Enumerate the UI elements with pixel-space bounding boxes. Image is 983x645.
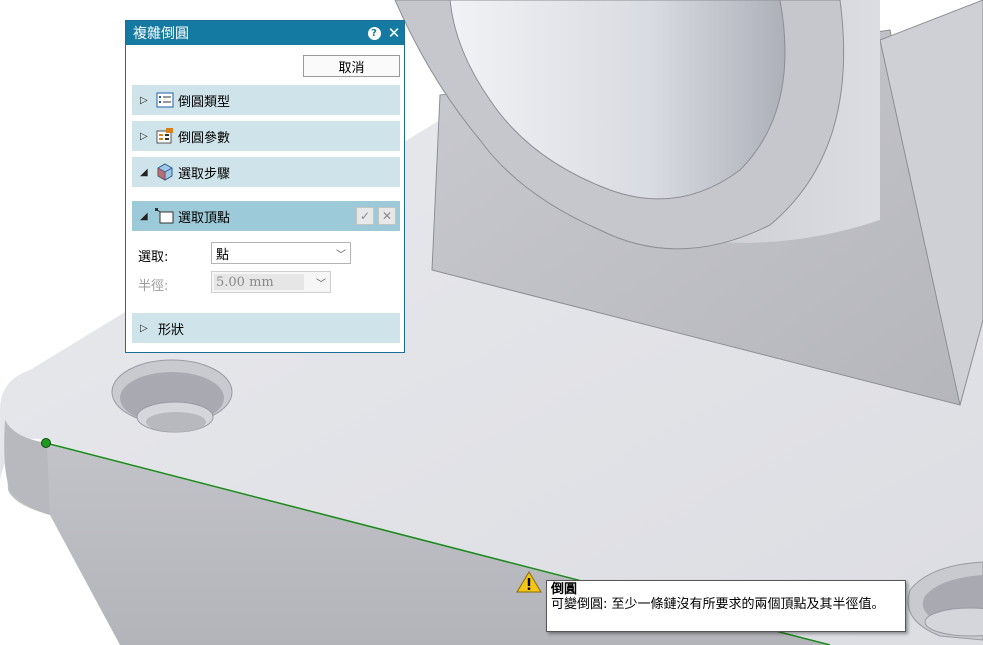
tooltip-title: 倒圓 [551, 582, 578, 597]
section-select-vertex[interactable]: ◢ 選取頂點 ✓ ✕ [132, 201, 400, 231]
clear-button[interactable]: ✕ [378, 207, 396, 225]
warning-tooltip: 倒圓 可變倒圓: 至少一條鏈沒有所要求的兩個頂點及其半徑值。 [546, 580, 906, 632]
tooltip-message: 可變倒圓: 至少一條鏈沒有所要求的兩個頂點及其半徑值。 [551, 597, 885, 612]
vertex-point[interactable] [41, 438, 51, 448]
close-button[interactable]: ✕ [384, 23, 404, 43]
dialog-title: 複雜倒圓 [133, 26, 189, 42]
collapse-arrow-icon: ◢ [140, 210, 148, 222]
chevron-down-icon: ﹀ [336, 250, 346, 261]
expand-arrow-icon: ▷ [140, 322, 148, 334]
section-fillet-parameters[interactable]: ▷ 倒圓參數 [132, 121, 400, 151]
expand-arrow-icon: ▷ [140, 130, 148, 142]
select-type-dropdown[interactable]: 點 ﹀ [211, 242, 351, 264]
close-icon: ✕ [381, 209, 393, 223]
confirm-button[interactable]: ✓ [356, 207, 374, 225]
section-label: 倒圓參數 [178, 130, 231, 146]
cancel-button[interactable]: 取消 [303, 55, 400, 77]
parameters-icon [154, 127, 176, 145]
section-shape[interactable]: ▷ 形狀 [132, 313, 400, 343]
section-fillet-type[interactable]: ▷ 倒圓類型 [132, 85, 400, 115]
complex-fillet-dialog: 複雜倒圓 ? ✕ 取消 ▷ 倒圓類型 ▷ 倒圓參數 ◢ 選取步驟 ◢ 選取頂點 … [125, 20, 405, 353]
check-icon: ✓ [359, 209, 371, 223]
vertex-select-icon [154, 207, 176, 225]
expand-arrow-icon: ▷ [140, 94, 148, 106]
radius-value: 5.00 mm [216, 274, 274, 290]
section-label: 選取步驟 [178, 166, 231, 182]
section-label: 形狀 [158, 322, 185, 338]
chevron-down-icon: ﹀ [316, 279, 326, 290]
section-label: 選取頂點 [178, 210, 231, 226]
question-circle-icon: ? [367, 26, 381, 40]
radius-label: 半徑: [138, 279, 169, 294]
section-label: 倒圓類型 [178, 94, 231, 110]
radius-dropdown[interactable]: 5.00 mm ﹀ [211, 271, 331, 293]
dialog-titlebar[interactable]: 複雜倒圓 ? ✕ [126, 21, 404, 45]
select-value: 點 [216, 247, 230, 263]
list-icon [154, 91, 176, 109]
select-label: 選取: [138, 250, 169, 265]
close-icon: ✕ [387, 24, 401, 42]
cube-icon [154, 163, 176, 181]
help-button[interactable]: ? [364, 23, 384, 43]
section-selection-steps[interactable]: ◢ 選取步驟 [132, 157, 400, 187]
warning-icon [516, 571, 542, 593]
collapse-arrow-icon: ◢ [140, 166, 148, 178]
